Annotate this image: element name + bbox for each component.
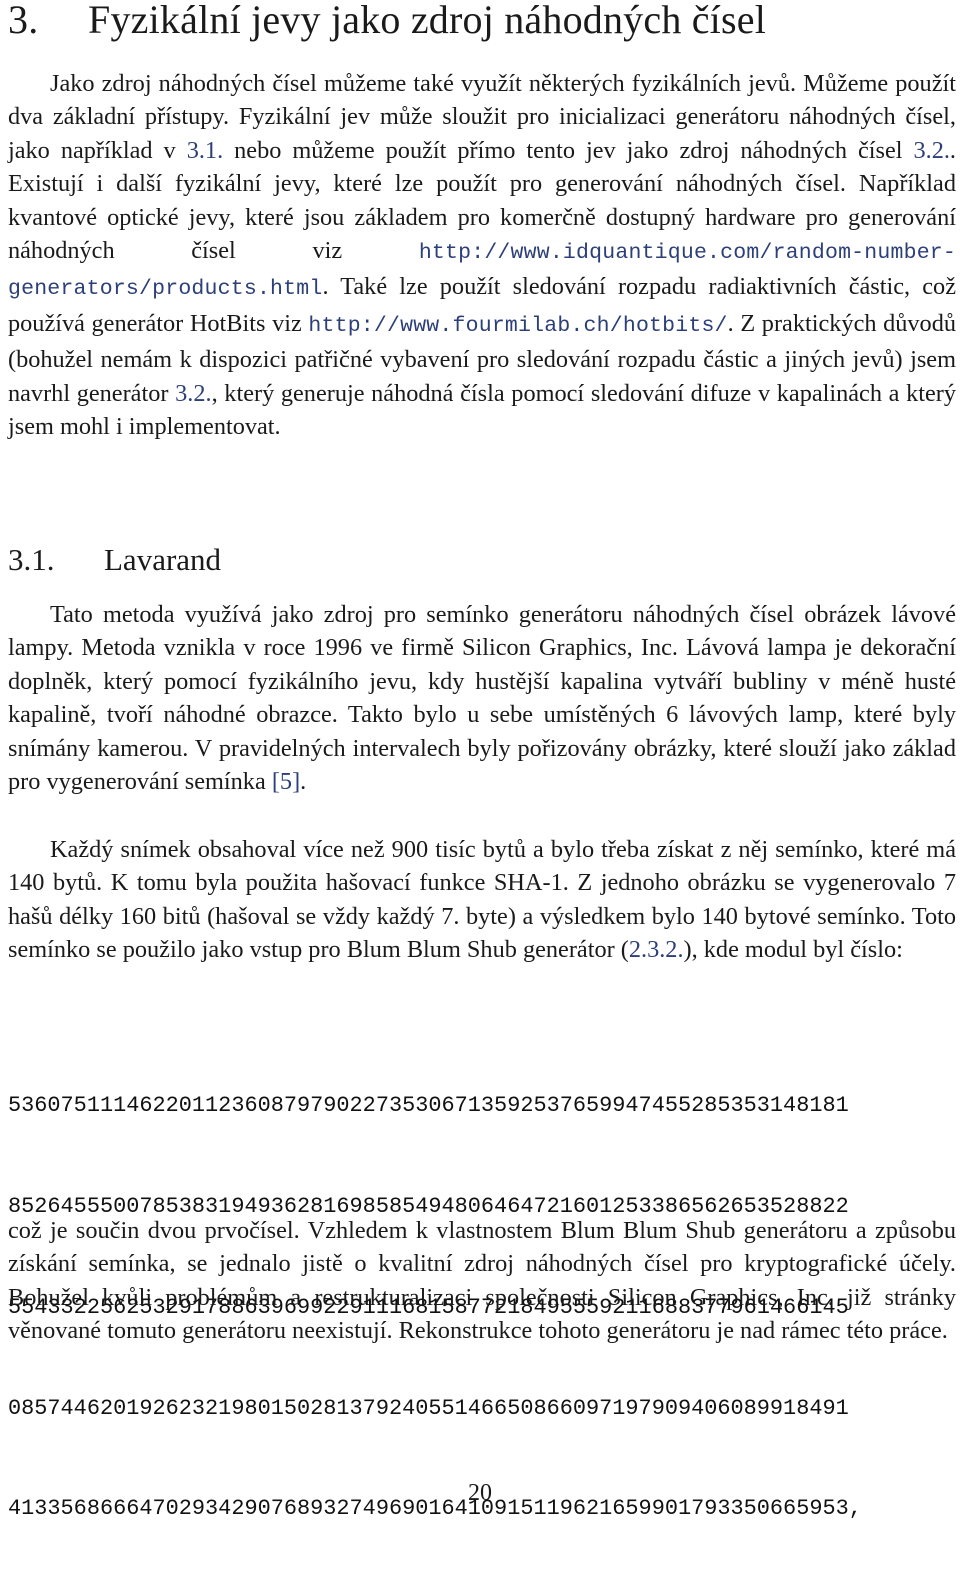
ref-3-2-link[interactable]: 3.2. (913, 137, 949, 164)
hotbits-url-link[interactable]: http://www.fourmilab.ch/hotbits/ (308, 314, 727, 338)
page-number: 20 (468, 1480, 492, 1506)
subsection-title: Lavarand (104, 542, 222, 577)
lavarand-paragraph-1: Tato metoda využívá jako zdroj pro semín… (8, 601, 956, 796)
intro-paragraph: Jako zdroj náhodných čísel můžeme také v… (8, 70, 957, 441)
modulus-line: 5360751114622011236087979022735306713592… (8, 1093, 849, 1119)
ref-3-2-link-second[interactable]: 3.2. (175, 380, 211, 407)
section-heading: 3. Fyzikální jevy jako zdroj náhodných čí… (8, 0, 766, 43)
lavarand-paragraph-2: Každý snímek obsahoval více než 900 tisí… (8, 836, 956, 964)
modulus-line: 0857446201926232198015028137924055146650… (8, 1395, 849, 1421)
section-number: 3. (8, 0, 39, 42)
ref-3-1-link[interactable]: 3.1. (187, 137, 223, 164)
ref-2-3-2-link[interactable]: 2.3.2. (629, 936, 684, 963)
subsection-number: 3.1. (8, 542, 55, 577)
subsection-heading: 3.1. Lavarand (8, 542, 221, 578)
citation-5-link[interactable]: [5] (272, 768, 300, 795)
section-title: Fyzikální jevy jako zdroj náhodných číse… (88, 0, 767, 42)
lavarand-paragraph-3: což je součin dvou prvočísel. Vzhledem k… (8, 1217, 956, 1345)
